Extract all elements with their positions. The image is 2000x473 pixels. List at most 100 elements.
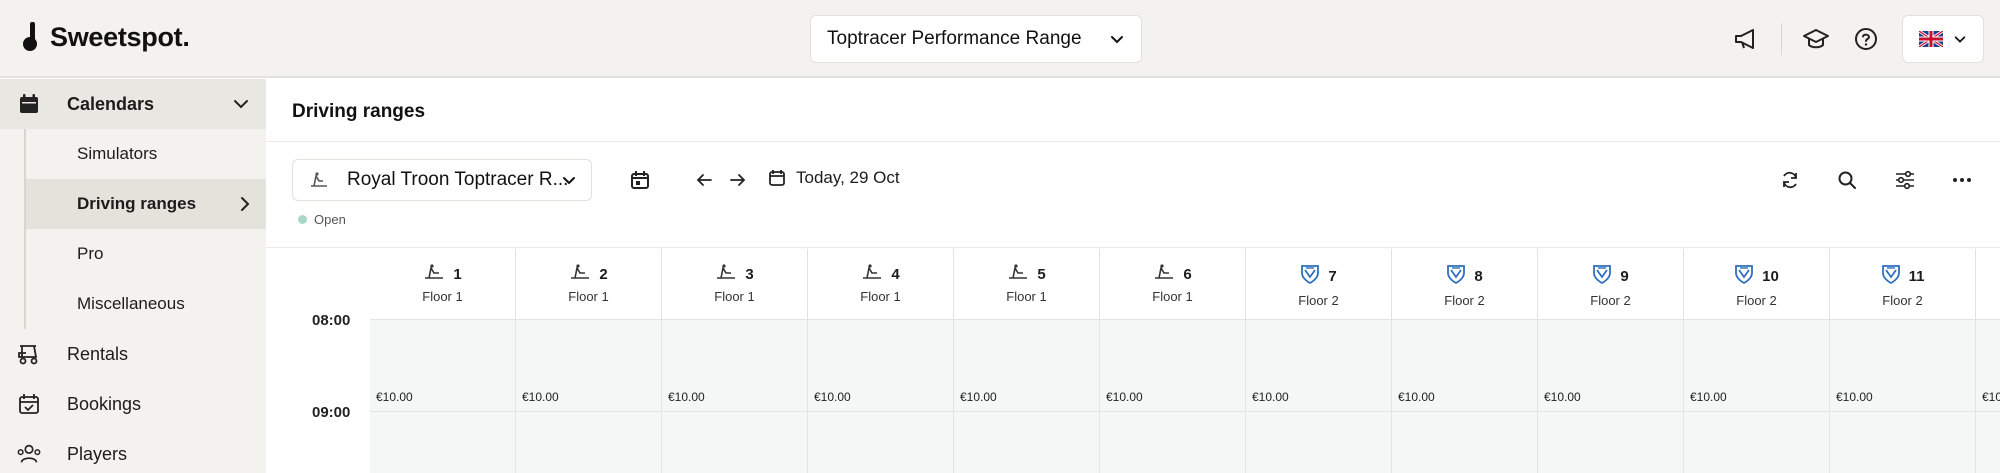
time-slot[interactable]: €10.00 [370,319,516,473]
golfer-mat-icon [423,263,445,285]
filter-button[interactable] [1893,168,1917,192]
sidebar-subitem-simulators[interactable]: Simulators [26,129,266,179]
bay-number: 9 [1620,267,1629,285]
bay-floor: Floor 2 [1736,293,1777,308]
slot-price: €10.00 [1252,390,1289,404]
arrow-left-icon [696,174,712,186]
slot-price: €10.00 [1690,390,1727,404]
sidebar-item-label: Rentals [67,343,129,364]
sidebar-subitem-pro[interactable]: Pro [26,229,266,279]
bay-column-header[interactable]: 10 Floor 2 [1684,249,1830,319]
time-slot[interactable]: €10.00 [662,319,808,473]
time-slot[interactable]: €10.00 [808,319,954,473]
sidebar-item-players[interactable]: Players [0,429,266,473]
bay-column-header[interactable]: 6 Floor 1 [1100,249,1246,319]
calendars-submenu: Simulators Driving ranges Pro Miscellane… [0,129,266,329]
sidebar-item-label: Bookings [67,393,142,414]
range-select-label: Royal Troon Toptracer R... [347,169,569,190]
bay-title: 8 [1392,263,1537,289]
more-options-button[interactable] [1950,168,1974,192]
more-horizontal-icon [1953,178,1971,182]
time-slot[interactable]: €10.00 [1100,319,1246,473]
chevron-right-icon [241,197,250,211]
uk-flag-icon [1919,31,1943,47]
slot-price: €10.00 [1544,390,1581,404]
arrow-right-icon [730,174,746,186]
sidebar-item-label: Calendars [67,93,155,114]
language-select[interactable] [1902,15,1984,63]
time-slot[interactable]: €10.00 [516,319,662,473]
help-icon[interactable] [1850,23,1882,55]
bay-column-header[interactable]: 4 Floor 1 [808,249,954,319]
bay-title: 5 [954,263,1099,285]
academy-cap-icon[interactable] [1800,23,1832,55]
toptracer-shield-icon [1881,263,1901,289]
sidebar-item-calendars[interactable]: Calendars [0,79,266,129]
bay-floor: Floor 2 [1590,293,1631,308]
page-title: Driving ranges [292,101,426,122]
slot-price: €10.00 [960,390,997,404]
toptracer-shield-icon [1734,263,1754,289]
time-slot[interactable]: €10.00 [1246,319,1392,473]
time-label: 09:00 [312,404,351,421]
golfer-mat-icon [311,172,327,187]
bay-floor: Floor 1 [1152,289,1193,304]
bay-column-header[interactable]: 1 Floor 1 [370,249,516,319]
bay-number: 4 [891,265,900,283]
bay-column-header[interactable]: 7 Floor 2 [1246,249,1392,319]
users-icon [16,441,42,467]
bay-column-header[interactable]: 2 Floor 1 [516,249,662,319]
bay-column-header[interactable]: 5 Floor 1 [954,249,1100,319]
range-select[interactable]: Royal Troon Toptracer R... [292,159,592,201]
sidebar-subitem-driving-ranges[interactable]: Driving ranges [26,179,266,229]
slot-price: €10.00 [376,390,413,404]
bay-column-header[interactable]: 3 Floor 1 [662,249,808,319]
bay-floor: Floor 1 [860,289,901,304]
time-slot[interactable]: €10.00 [1830,319,1976,473]
bay-floor: Floor 2 [1882,293,1923,308]
calendar-check-icon [16,391,42,417]
bay-title: 7 [1246,263,1391,289]
bay-number: 5 [1037,265,1046,283]
search-icon [1838,171,1856,189]
slot-price: €10.00 [1836,390,1873,404]
bay-floor: Floor 1 [714,289,755,304]
bay-column-header[interactable]: 8 Floor 2 [1392,249,1538,319]
toptracer-shield-icon [1300,263,1320,289]
time-slot[interactable]: €10.00 [954,319,1100,473]
main-content: Driving ranges Royal Troon Toptracer R..… [266,79,2000,473]
current-date[interactable]: Today, 29 Oct [768,168,900,188]
golfer-mat-icon [1007,263,1029,285]
bay-title: 9 [1538,263,1683,289]
time-slot[interactable]: €10.00 [1976,319,2000,473]
status-label: Open [314,212,346,227]
bay-title: 1 [370,263,515,285]
logo[interactable]: Sweetspot. [22,20,190,54]
next-day-button[interactable] [726,168,750,192]
chevron-down-icon [1954,36,1966,43]
previous-day-button[interactable] [692,168,716,192]
toptracer-shield-icon [1446,263,1466,289]
venue-select[interactable]: Toptracer Performance Range [810,15,1142,63]
sidebar-subitem-miscellaneous[interactable]: Miscellaneous [26,279,266,329]
golfer-mat-icon [1153,263,1175,285]
search-button[interactable] [1835,168,1859,192]
time-slot[interactable]: €10.00 [1392,319,1538,473]
announcements-icon[interactable] [1731,23,1763,55]
sidebar-item-rentals[interactable]: Rentals [0,329,266,379]
refresh-button[interactable] [1778,168,1802,192]
date-picker-button[interactable] [628,168,652,192]
bay-column-header[interactable]: 11 Floor 2 [1830,249,1976,319]
time-slot[interactable]: €10.00 [1684,319,1830,473]
sidebar-subitem-label: Driving ranges [77,194,197,213]
bay-number: 10 [1762,267,1779,285]
golfer-mat-icon [715,263,737,285]
slot-price: €10.00 [522,390,559,404]
time-slot[interactable]: €10.00 [1538,319,1684,473]
sidebar-item-bookings[interactable]: Bookings [0,379,266,429]
sliders-icon [1896,170,1914,190]
bay-number: 3 [745,265,754,283]
bay-column-header[interactable]: 9 Floor 2 [1538,249,1684,319]
toptracer-shield-icon [1592,263,1612,289]
sweetspot-logo-icon [23,22,37,51]
